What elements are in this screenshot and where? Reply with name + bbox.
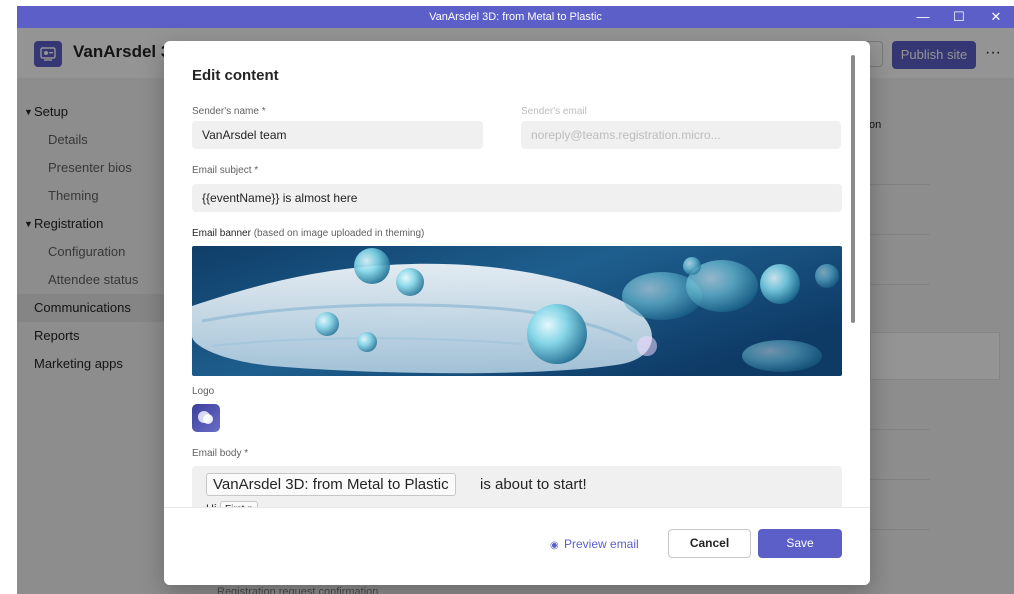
dialog-scrollbar[interactable]	[851, 55, 857, 507]
edit-content-dialog: Edit content Sender's name * VanArsdel t…	[164, 41, 870, 585]
maximize-button[interactable]: ☐	[941, 6, 977, 28]
window-title: VanArsdel 3D: from Metal to Plastic	[429, 11, 602, 23]
title-bar: VanArsdel 3D: from Metal to Plastic — ☐ …	[17, 6, 1014, 28]
email-subject-label: Email subject *	[192, 165, 259, 176]
cancel-button[interactable]: Cancel	[668, 529, 751, 558]
background-list-item: Registration request confirmation	[217, 586, 379, 594]
logo-image[interactable]	[192, 404, 220, 432]
email-banner-label: Email banner (based on image uploaded in…	[192, 228, 424, 239]
sender-email-label: Sender's email	[521, 106, 587, 117]
sender-name-label: Sender's name *	[192, 106, 266, 117]
close-button[interactable]: ✕	[978, 6, 1014, 28]
email-body-text: is about to start!	[480, 476, 587, 493]
logo-label: Logo	[192, 386, 215, 397]
save-button[interactable]: Save	[758, 529, 842, 558]
sender-email-field: noreply@teams.registration.micro...	[521, 121, 841, 149]
banner-label-note: (based on image uploaded in theming)	[253, 228, 425, 239]
sender-name-field[interactable]: VanArsdel team	[192, 121, 483, 149]
eye-icon: ◉	[550, 540, 559, 551]
email-subject-field[interactable]: {{eventName}} is almost here	[192, 184, 842, 212]
dialog-footer: ◉ Preview email Cancel Save	[164, 507, 870, 585]
event-name-token[interactable]: VanArsdel 3D: from Metal to Plastic	[206, 473, 456, 496]
scrollbar-thumb[interactable]	[851, 55, 855, 323]
preview-email-label: Preview email	[564, 537, 639, 551]
dialog-title: Edit content	[192, 67, 279, 84]
banner-label-text: Email banner	[192, 228, 251, 239]
email-banner-image	[192, 246, 842, 376]
preview-email-button[interactable]: ◉ Preview email	[550, 537, 639, 551]
email-body-label: Email body *	[192, 448, 249, 459]
minimize-button[interactable]: —	[905, 6, 941, 28]
